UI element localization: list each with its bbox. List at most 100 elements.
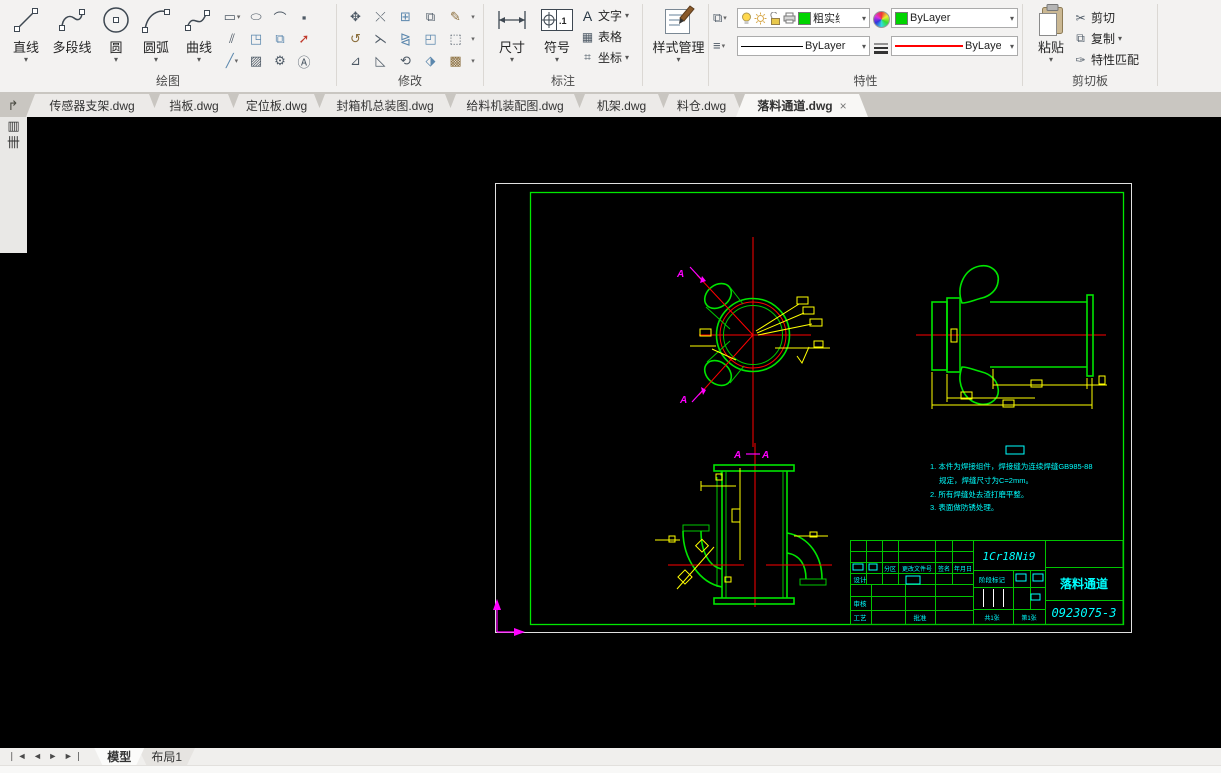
model-tab[interactable]: 模型 (94, 748, 144, 765)
file-tab-drop-channel-active[interactable]: 落料通道.dwg × (736, 94, 868, 117)
paste-caret[interactable]: ▾ (1049, 56, 1053, 64)
mirror-tool[interactable]: ⧎ (400, 31, 411, 47)
spline-caret[interactable]: ▾ (197, 56, 201, 64)
hatch-edit-tool[interactable]: ▩ (449, 53, 461, 69)
layer-combo[interactable]: 粗实线 ▾ (737, 8, 870, 28)
strip-sheet-icon[interactable]: ▥ (0, 117, 27, 134)
color-combo-caret[interactable]: ▾ (1010, 14, 1014, 22)
rotate-tool[interactable]: ↺ (350, 31, 361, 47)
point-tool[interactable]: ▪ (302, 10, 307, 25)
circle-button[interactable]: 圆 ▾ (98, 3, 134, 64)
match-properties-button[interactable]: ✑ 特性匹配 (1073, 49, 1139, 70)
box3d-tool[interactable]: ⬗ (426, 53, 436, 69)
rectangle-tool[interactable]: ▭ ▾ (224, 9, 241, 25)
tab-overflow-icon[interactable]: ↱ (0, 98, 26, 117)
style-manager-button[interactable]: 样式管理 ▾ (649, 3, 708, 64)
arc-button[interactable]: 圆弧 ▾ (134, 3, 178, 64)
region-tool[interactable]: ◳ (250, 31, 262, 47)
coordinate-caret[interactable]: ▾ (625, 54, 629, 62)
nav-prev-icon[interactable]: ◄ (33, 751, 44, 761)
file-tab-sealing-machine[interactable]: 封箱机总装图.dwg (316, 94, 454, 117)
layer-thaw-sun-icon[interactable] (754, 12, 767, 25)
leader-tool[interactable]: ➚ (299, 31, 310, 47)
symbol-caret[interactable]: ▾ (555, 56, 559, 64)
nav-first-icon[interactable]: ❘◄ (8, 751, 28, 761)
hatch-tool[interactable]: ▨ (250, 53, 262, 69)
section-view-label-a1: A (733, 450, 741, 461)
lineweight-combo[interactable]: ByLayer ▾ (891, 36, 1018, 56)
chamfer-tool[interactable]: ◺ (376, 53, 386, 69)
coordinate-button[interactable]: ⌗ 坐标 ▾ (580, 47, 629, 68)
copy-button[interactable]: ⧉ 复制 ▾ (1073, 28, 1139, 49)
file-tab-feeder-assembly[interactable]: 给料机装配图.dwg (447, 94, 583, 117)
table-button[interactable]: ▦ 表格 (580, 26, 629, 47)
layer-plot-printer-icon[interactable] (783, 12, 796, 24)
text-button[interactable]: A 文字 ▾ (580, 5, 629, 26)
array-tool[interactable]: ⊞ (400, 9, 411, 25)
fillet-tool[interactable]: ⊿ (350, 53, 361, 69)
ellipse-tool[interactable]: ⬭ (250, 9, 261, 25)
arc-icon (141, 3, 171, 37)
property-copy-button[interactable]: ⧉ ▾ (713, 10, 727, 26)
extend-tool[interactable]: ⋋ (374, 31, 387, 47)
copy-caret[interactable]: ▾ (1118, 35, 1122, 43)
material-text: 1Cr18Ni9 (983, 550, 1036, 563)
trim-tool[interactable]: ⤬ (375, 9, 385, 25)
symbol-button[interactable]: .1 符号 ▾ (534, 3, 580, 64)
line-button[interactable]: 直线 ▾ (6, 3, 46, 64)
file-tab-baffle[interactable]: 挡板.dwg (151, 94, 237, 117)
rectangle-select-tool[interactable]: ⬚ (449, 31, 461, 47)
modify-row2-caret[interactable]: ▾ (471, 35, 475, 43)
spline-button[interactable]: 曲线 ▾ (178, 3, 220, 64)
layout1-tab[interactable]: 布局1 (138, 748, 195, 765)
lineweight-icon[interactable] (873, 41, 889, 59)
line-caret[interactable]: ▾ (24, 56, 28, 64)
file-tab-locating-plate[interactable]: 定位板.dwg (230, 94, 323, 117)
side-view-dimensions (931, 328, 1107, 409)
cut-button[interactable]: ✂ 剪切 (1073, 7, 1139, 28)
circle-caret[interactable]: ▾ (114, 56, 118, 64)
file-tab-hopper[interactable]: 料仓.dwg (660, 94, 743, 117)
style-manager-caret[interactable]: ▾ (676, 56, 680, 64)
layer-combo-caret[interactable]: ▾ (862, 14, 866, 22)
block-tool[interactable]: ⧉ (275, 31, 284, 47)
copy-object-tool[interactable]: ⧉ (426, 9, 435, 25)
modify-row1-caret[interactable]: ▾ (471, 13, 475, 21)
color-wheel-icon[interactable] (873, 11, 890, 28)
move-tool[interactable]: ✥ (350, 9, 361, 25)
linetype-combo-caret[interactable]: ▾ (862, 42, 866, 50)
linetype-button[interactable]: ≡ ▾ (713, 38, 725, 53)
linetype-combo[interactable]: ByLayer ▾ (737, 36, 870, 56)
dimension-caret[interactable]: ▾ (510, 56, 514, 64)
file-tab-frame[interactable]: 机架.dwg (576, 94, 667, 117)
text-block-tool[interactable]: Ⓐ (297, 52, 310, 71)
nav-next-icon[interactable]: ► (48, 751, 59, 761)
layer-unlock-icon[interactable] (769, 11, 781, 25)
modify-group-label: 修改 (397, 74, 422, 88)
layer-on-bulb-icon[interactable] (741, 12, 752, 25)
tab-close-icon[interactable]: × (840, 99, 847, 113)
gear-tool[interactable]: ⚙ (274, 53, 286, 69)
erase-tool[interactable]: ✎ (450, 9, 461, 25)
spline-label: 曲线 (185, 40, 212, 55)
tb-gong-zhang: 共1张 (984, 614, 999, 622)
lineweight-combo-caret[interactable]: ▾ (1010, 42, 1014, 50)
polyline-button[interactable]: 多段线 (46, 3, 98, 56)
status-bar: ❘◄ ◄ ► ►❘ 模型 布局1 (0, 748, 1221, 773)
ribbon-group-properties: ⧉ ▾ ≡ ▾ 粗实线 ▾ ByLayer ▾ ByLayer (709, 0, 1022, 92)
construction-line-tool[interactable]: ╱ ▾ (226, 53, 238, 69)
arc-segment-tool[interactable]: ⌒ (273, 8, 286, 27)
drawing-canvas[interactable]: A A A A 1. 本件为焊接组件，焊接缝为连续焊缝GB985-88 规定，焊… (0, 117, 1221, 748)
scale-tool[interactable]: ◰ (424, 31, 436, 47)
parallel-tool[interactable]: ⫽ (229, 31, 235, 47)
strip-grid-icon[interactable]: 卌 (0, 134, 27, 151)
dimension-button[interactable]: 尺寸 ▾ (490, 3, 534, 64)
color-combo[interactable]: ByLayer ▾ (891, 8, 1018, 28)
arc-caret[interactable]: ▾ (154, 56, 158, 64)
file-tab-sensor-bracket[interactable]: 传感器支架.dwg (26, 94, 158, 117)
spin-tool[interactable]: ⟲ (400, 53, 411, 69)
modify-row3-caret[interactable]: ▾ (471, 57, 475, 65)
text-caret[interactable]: ▾ (625, 12, 629, 20)
paste-button[interactable]: 粘贴 ▾ (1029, 3, 1073, 64)
nav-last-icon[interactable]: ►❘ (64, 751, 84, 761)
